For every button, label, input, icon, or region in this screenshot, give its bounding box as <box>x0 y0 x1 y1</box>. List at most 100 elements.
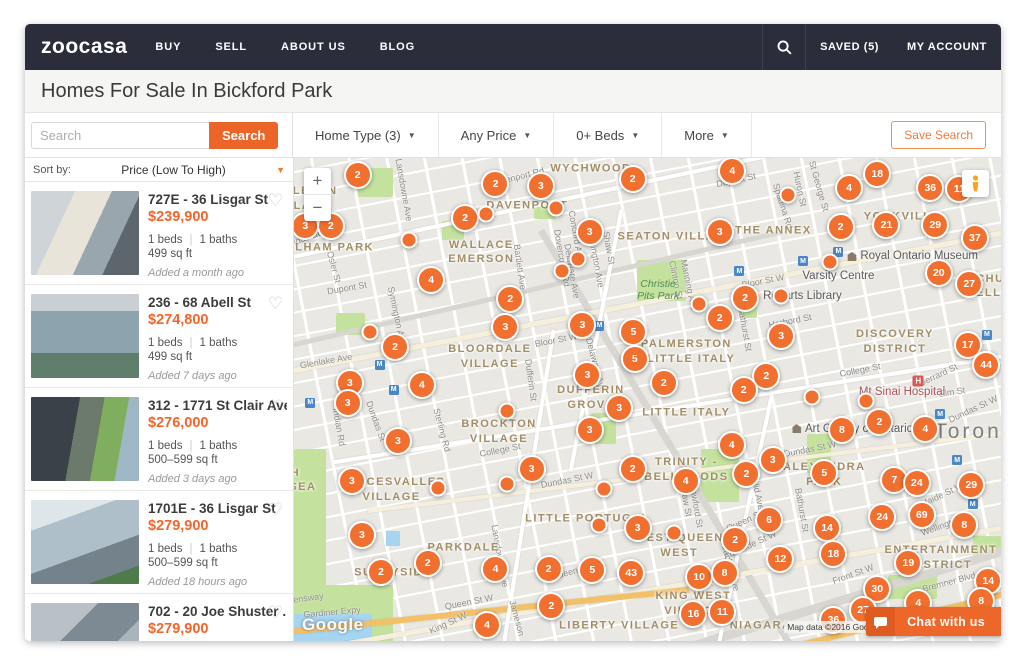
map-marker[interactable]: 4 <box>473 611 501 639</box>
map-marker[interactable]: 2 <box>537 592 565 620</box>
filter-dropdown[interactable]: Home Type (3)▼ <box>293 113 439 157</box>
map-marker[interactable]: 5 <box>810 459 838 487</box>
map-marker[interactable]: 8 <box>828 416 856 444</box>
map-marker[interactable]: 6 <box>755 506 783 534</box>
favorite-heart-icon[interactable]: ♡ <box>268 604 283 621</box>
map-marker[interactable] <box>780 187 797 204</box>
nav-link-buy[interactable]: BUY <box>155 41 181 53</box>
filter-dropdown[interactable]: 0+ Beds▼ <box>554 113 662 157</box>
map-marker[interactable] <box>691 295 708 312</box>
listing-card[interactable]: 727E - 36 Lisgar St$239,9001 beds|1 bath… <box>25 182 293 285</box>
map-marker[interactable]: 18 <box>819 540 847 568</box>
map-marker[interactable]: 2 <box>367 558 395 586</box>
map-marker[interactable]: 2 <box>706 304 734 332</box>
map-marker[interactable]: 3 <box>568 311 596 339</box>
map-marker[interactable]: 37 <box>961 224 989 252</box>
map-marker[interactable]: 5 <box>621 345 649 373</box>
map-marker[interactable] <box>548 200 565 217</box>
map-marker[interactable]: 24 <box>868 503 896 531</box>
map-marker[interactable]: 18 <box>863 160 891 188</box>
map-marker[interactable]: 27 <box>955 270 983 298</box>
save-search-button[interactable]: Save Search <box>891 121 986 149</box>
sort-row[interactable]: Sort by: Price (Low To High) ▼ <box>25 158 293 182</box>
map-marker[interactable]: 2 <box>827 213 855 241</box>
map-marker[interactable]: 16 <box>679 600 707 628</box>
map-marker[interactable]: 43 <box>617 559 645 587</box>
map-marker[interactable] <box>590 516 607 533</box>
map-marker[interactable]: 3 <box>527 172 555 200</box>
map-marker[interactable]: 69 <box>908 501 936 529</box>
zoom-in-button[interactable]: + <box>304 168 331 195</box>
map-marker[interactable]: 4 <box>672 467 700 495</box>
map-marker[interactable]: 3 <box>384 427 412 455</box>
map-marker[interactable]: 2 <box>496 285 524 313</box>
map-marker[interactable]: 2 <box>865 408 893 436</box>
map-marker[interactable]: 3 <box>518 455 546 483</box>
pegman-control[interactable] <box>962 170 989 197</box>
map-marker[interactable] <box>429 480 446 497</box>
map-marker[interactable] <box>553 263 570 280</box>
map-marker[interactable] <box>498 476 515 493</box>
favorite-heart-icon[interactable]: ♡ <box>268 501 283 518</box>
map-marker[interactable]: 12 <box>766 545 794 573</box>
map-marker[interactable]: 3 <box>605 394 633 422</box>
zoocasa-logo[interactable]: zoocasa <box>25 35 155 59</box>
map-marker[interactable]: 4 <box>408 371 436 399</box>
map-marker[interactable]: 5 <box>578 556 606 584</box>
map-marker[interactable]: 3 <box>334 389 362 417</box>
map-marker[interactable]: 4 <box>835 174 863 202</box>
listing-card[interactable]: 1701E - 36 Lisgar St$279,9001 beds|1 bat… <box>25 491 293 594</box>
map-marker[interactable] <box>595 481 612 498</box>
map-marker[interactable]: 2 <box>481 170 509 198</box>
map-marker[interactable] <box>498 403 515 420</box>
map-marker[interactable] <box>400 232 417 249</box>
map-marker[interactable]: 3 <box>759 446 787 474</box>
nav-link-about-us[interactable]: ABOUT US <box>281 41 346 53</box>
map-marker[interactable]: 8 <box>950 511 978 539</box>
search-input[interactable] <box>31 122 209 149</box>
zoom-out-button[interactable]: − <box>304 195 331 221</box>
sort-value[interactable]: Price (Low To High) <box>121 163 225 177</box>
map-marker[interactable]: 2 <box>619 455 647 483</box>
map-marker[interactable]: 4 <box>718 158 746 185</box>
filter-dropdown[interactable]: More▼ <box>662 113 752 157</box>
map-marker[interactable] <box>569 251 586 268</box>
map-marker[interactable]: 2 <box>732 460 760 488</box>
map-marker[interactable] <box>477 206 494 223</box>
map-marker[interactable]: 3 <box>338 467 366 495</box>
map-marker[interactable]: 44 <box>972 351 1000 379</box>
map-marker[interactable]: 3 <box>348 521 376 549</box>
map-marker[interactable]: 4 <box>911 415 939 443</box>
map-marker[interactable]: 3 <box>573 361 601 389</box>
map-marker[interactable]: 2 <box>650 369 678 397</box>
map-marker[interactable]: 2 <box>730 376 758 404</box>
my-account-link[interactable]: MY ACCOUNT <box>893 41 1001 53</box>
map-marker[interactable]: 21 <box>872 211 900 239</box>
nav-link-sell[interactable]: SELL <box>215 41 247 53</box>
filter-dropdown[interactable]: Any Price▼ <box>439 113 555 157</box>
map-marker[interactable] <box>361 323 378 340</box>
listing-card[interactable]: 236 - 68 Abell St$274,8001 beds|1 baths4… <box>25 285 293 388</box>
map-marker[interactable]: 20 <box>925 259 953 287</box>
search-icon-button[interactable] <box>762 24 806 70</box>
map-marker[interactable]: 3 <box>576 416 604 444</box>
chat-with-us-button[interactable]: Chat with us <box>866 607 1001 636</box>
map-marker[interactable]: 11 <box>708 598 736 626</box>
map-marker[interactable]: 2 <box>344 161 372 189</box>
favorite-heart-icon[interactable]: ♡ <box>268 398 283 415</box>
map-marker[interactable]: 24 <box>903 469 931 497</box>
map-marker[interactable]: 5 <box>619 318 647 346</box>
map-marker[interactable]: 19 <box>894 549 922 577</box>
map-marker[interactable] <box>857 392 874 409</box>
saved-link[interactable]: SAVED (5) <box>806 41 893 53</box>
map-marker[interactable]: 2 <box>381 333 409 361</box>
map-marker[interactable]: 2 <box>414 549 442 577</box>
map-marker[interactable]: 2 <box>731 284 759 312</box>
map-marker[interactable]: 3 <box>624 514 652 542</box>
map-marker[interactable]: 2 <box>451 204 479 232</box>
map-marker[interactable]: 2 <box>721 526 749 554</box>
map-marker[interactable]: 2 <box>619 165 647 193</box>
map-marker[interactable]: 8 <box>711 559 739 587</box>
favorite-heart-icon[interactable]: ♡ <box>268 295 283 312</box>
map-marker[interactable]: 3 <box>767 322 795 350</box>
